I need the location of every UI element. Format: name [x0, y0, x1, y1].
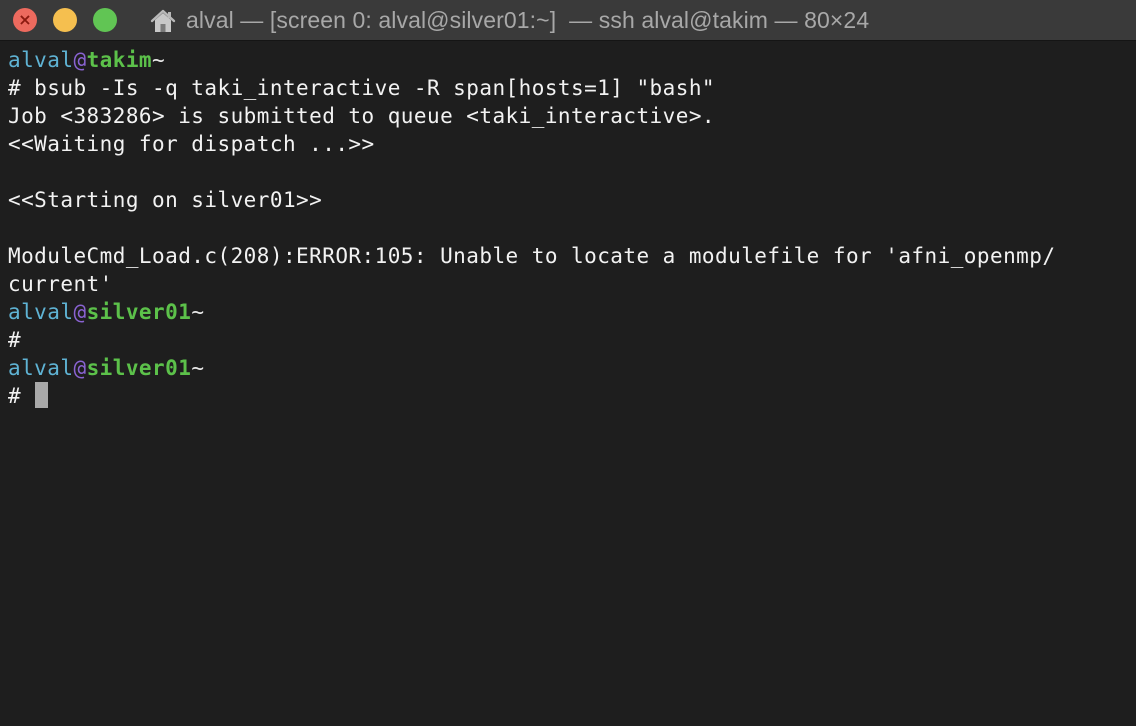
prompt-line: alval@silver01~	[8, 354, 1130, 382]
window-title-group: alval — [screen 0: alval@silver01:~] — s…	[150, 0, 869, 41]
close-button[interactable]: ×	[13, 8, 37, 32]
active-command-line[interactable]: #	[8, 382, 1130, 410]
zoom-button[interactable]	[93, 8, 117, 32]
prompt-host: silver01	[86, 300, 192, 324]
prompt-tilde: ~	[152, 48, 166, 72]
home-icon	[150, 9, 176, 32]
prompt-line: alval@silver01~	[8, 298, 1130, 326]
prompt-user: alval	[8, 356, 74, 380]
command-line: #	[8, 328, 22, 352]
close-icon: ×	[18, 10, 32, 29]
window-title: alval — [screen 0: alval@silver01:~] — s…	[186, 7, 870, 33]
error-line: current'	[8, 272, 113, 296]
terminal-output[interactable]: alval@takim~ # bsub -Is -q taki_interact…	[8, 46, 1130, 716]
terminal-window: × alval — [screen 0: alval@silver01:~] —…	[0, 0, 1136, 726]
prompt-host: silver01	[86, 356, 192, 380]
prompt-at: @	[73, 300, 87, 324]
output-line: <<Starting on silver01>>	[8, 188, 323, 212]
minimize-button[interactable]	[53, 8, 77, 32]
text-cursor	[35, 382, 49, 408]
prompt-at: @	[73, 48, 87, 72]
prompt-at: @	[73, 356, 87, 380]
title-bar[interactable]: × alval — [screen 0: alval@silver01:~] —…	[0, 0, 1136, 41]
output-line: <<Waiting for dispatch ...>>	[8, 132, 375, 156]
prompt-tilde: ~	[191, 300, 205, 324]
error-line: ModuleCmd_Load.c(208):ERROR:105: Unable …	[8, 244, 1056, 268]
prompt-host: takim	[86, 48, 153, 72]
output-line: Job <383286> is submitted to queue <taki…	[8, 104, 716, 128]
prompt-user: alval	[8, 48, 74, 72]
prompt-user: alval	[8, 300, 74, 324]
command-prompt-hash: #	[8, 384, 35, 408]
prompt-line: alval@takim~	[8, 46, 1130, 74]
prompt-tilde: ~	[191, 356, 205, 380]
command-line: # bsub -Is -q taki_interactive -R span[h…	[8, 76, 716, 100]
